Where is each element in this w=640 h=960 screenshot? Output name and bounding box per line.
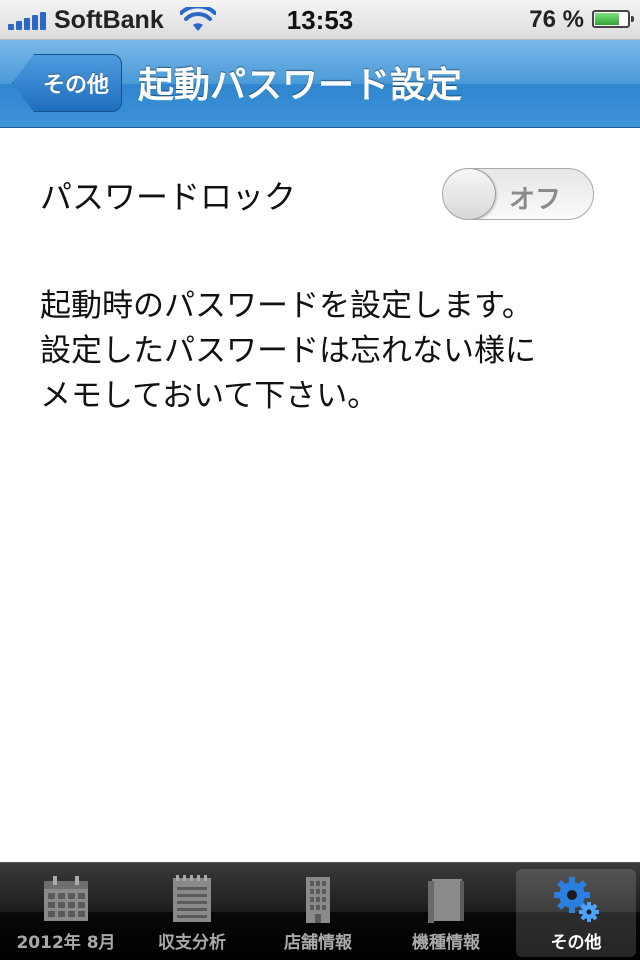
tab-calendar[interactable]: 2012年 8月 [6,869,126,957]
calendar-icon [44,876,88,921]
building-icon [306,877,330,923]
book-icon [428,879,464,923]
password-lock-toggle[interactable]: オフ [442,168,594,220]
tab-model-info[interactable]: 機種情報 [386,869,506,957]
tab-label: 収支分析 [158,933,226,953]
page-title: 起動パスワード設定 [138,65,463,106]
tab-label: その他 [550,933,602,953]
tab-bar: 2012年 8月 収支分析 店舗情報 機種情報 その他 [0,862,640,960]
description-line: 起動時のパスワードを設定します。 [40,288,533,324]
description-line: 設定したパスワードは忘れない様に [40,333,536,369]
gears-icon [554,877,599,922]
tab-label: 店舗情報 [284,933,352,953]
tab-other[interactable]: その他 [516,869,636,957]
toggle-state-label: オフ [509,185,562,215]
back-button[interactable]: その他 [12,54,122,112]
battery-icon [592,10,634,28]
battery-percent: 76 % [529,6,584,33]
description-line: メモしておいて下さい。 [40,378,379,414]
notepad-icon [173,875,211,922]
toggle-knob [443,169,496,219]
tab-label: 2012年 8月 [16,933,116,953]
password-lock-label: パスワードロック [40,178,297,216]
tab-store-info[interactable]: 店舗情報 [258,869,378,957]
description-text: 起動時のパスワードを設定します。 設定したパスワードは忘れない様に メモしておい… [40,284,610,419]
tab-label: 機種情報 [412,933,480,953]
battery-fill [595,13,620,25]
navigation-bar: その他 起動パスワード設定 [0,40,640,128]
status-bar: SoftBank 13:53 76 % [0,0,640,40]
tab-analysis[interactable]: 収支分析 [132,869,252,957]
